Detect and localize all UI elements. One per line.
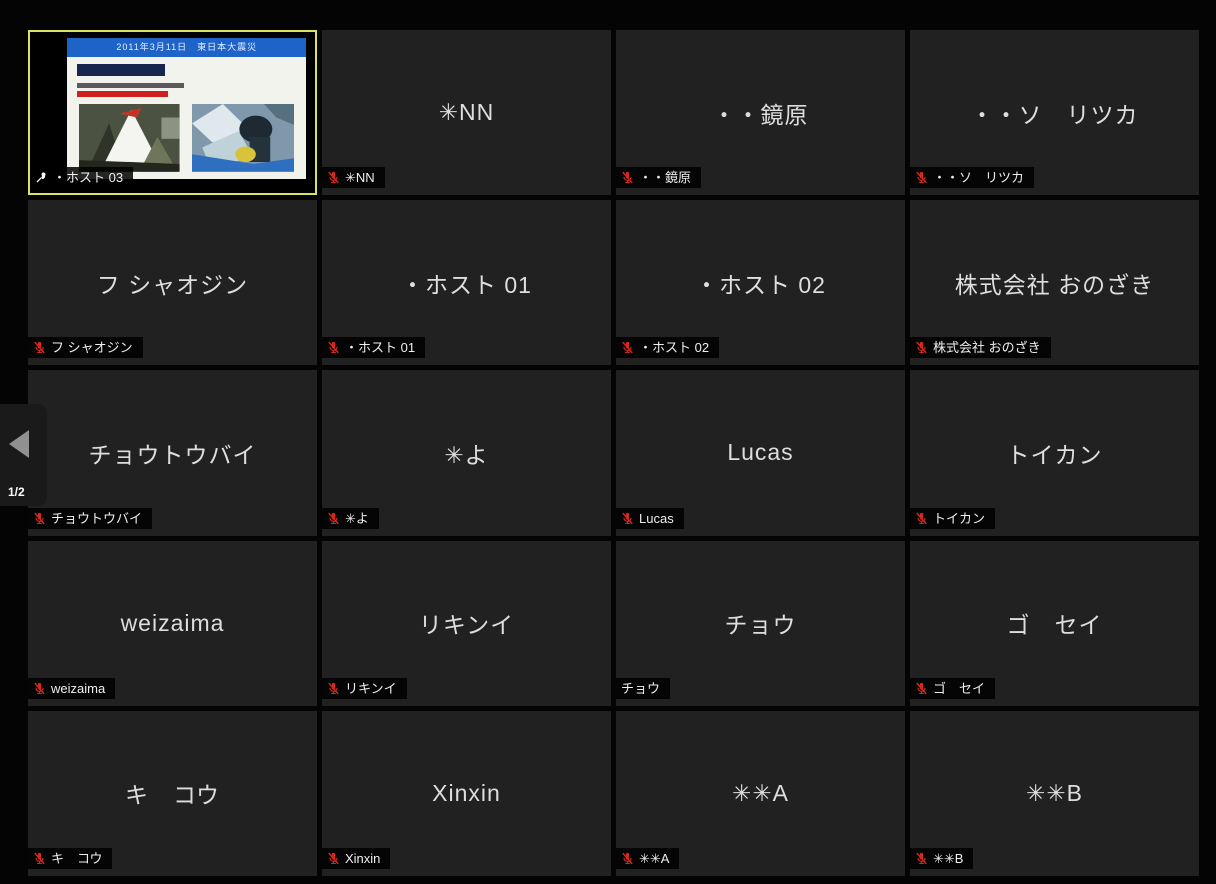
mic-off-icon [328,852,339,865]
mic-off-icon [622,852,633,865]
participant-tile[interactable]: チョウ チョウ [616,540,905,706]
participant-tile[interactable]: ✳よ ✳よ [322,370,611,536]
left-arrow-icon [9,430,29,458]
mic-off-icon [916,852,927,865]
participant-tile[interactable]: フ シャオジン フ シャオジン [28,200,317,366]
mic-off-icon [622,342,633,354]
name-tag: ・ホスト 03 [30,167,134,189]
name-tag-label: ゴ セイ [933,680,986,696]
participant-grid: 2011年3月11日 東日本大震災 ・ホスト 03 ✳NN ✳NN ・・鏡原 ・… [28,30,1199,876]
mic-off-icon [34,512,45,524]
name-tag-label: weizaima [51,680,106,696]
mic-off-icon [34,852,45,865]
participant-tile[interactable]: 2011年3月11日 東日本大震災 ・ホスト 03 [28,30,317,196]
name-tag: Lucas [616,507,684,529]
pin-icon [36,172,46,183]
name-tag: キ コウ [28,847,113,869]
name-tag: ・・鏡原 [616,167,702,189]
participant-tile[interactable]: キ コウ キ コウ [28,710,317,876]
participant-tile[interactable]: Lucas Lucas [616,370,905,536]
slide-text-line [76,82,185,89]
participant-tile[interactable]: トイカン トイカン [910,370,1199,536]
name-tag: チョウ [616,677,671,699]
name-tag-label: チョウ [621,680,661,696]
participant-tile[interactable]: weizaima weizaima [28,540,317,706]
name-tag: ✳NN [322,167,385,189]
name-tag: ✳✳B [910,847,974,869]
slide-title: 2011年3月11日 東日本大震災 [67,37,307,58]
mic-off-icon [328,171,339,184]
mic-off-icon [328,682,339,695]
name-tag-label: 株式会社 おのざき [933,340,1041,356]
name-tag: チョウトウバイ [28,507,153,529]
name-tag: トイカン [910,507,996,529]
participant-tile[interactable]: ・ホスト 01 ・ホスト 01 [322,200,611,366]
participant-tile[interactable]: リキンイ リキンイ [322,540,611,706]
name-tag-label: ・・ソ リツカ [933,170,1025,186]
participant-tile[interactable]: Xinxin Xinxin [322,710,611,876]
name-tag-label: ・ホスト 02 [639,340,710,356]
name-tag-label: Xinxin [345,850,381,866]
participant-tile[interactable]: ✳✳B ✳✳B [910,710,1199,876]
name-tag-label: ✳NN [345,170,375,186]
participant-tile[interactable]: 株式会社 おのざき 株式会社 おのざき [910,200,1199,366]
participant-tile[interactable]: チョウトウバイ チョウトウバイ [28,370,317,536]
participant-tile[interactable]: ・ホスト 02 ・ホスト 02 [616,200,905,366]
name-tag: Xinxin [322,847,391,869]
mic-off-icon [34,682,45,695]
name-tag-label: リキンイ [345,680,397,696]
mic-off-icon [916,171,927,184]
participant-tile[interactable]: ゴ セイ ゴ セイ [910,540,1199,706]
mic-off-icon [916,342,927,354]
name-tag: weizaima [28,677,116,699]
mic-off-icon [916,512,927,524]
slide-subheading-bar [76,64,166,76]
slide-photo-right [191,103,295,172]
name-tag-label: ・・鏡原 [639,170,692,186]
name-tag-label: Lucas [639,510,674,526]
participant-tile[interactable]: ・・ソ リツカ ・・ソ リツカ [910,30,1199,196]
name-tag: ✳よ [322,507,379,529]
mic-off-icon [328,512,339,524]
mic-off-icon [622,512,633,524]
name-tag-label: チョウトウバイ [51,510,143,526]
name-tag-label: トイカン [933,510,986,526]
presentation-slide: 2011年3月11日 東日本大震災 [67,37,307,179]
name-tag-label: ✳✳B [933,850,964,866]
name-tag-label: ✳よ [345,510,369,526]
name-tag-label: ✳✳A [639,850,670,866]
mic-off-icon [622,171,633,184]
name-tag: リキンイ [322,677,407,699]
gallery-prev-page-button[interactable]: 1/2 [0,404,47,506]
mic-off-icon [916,682,927,695]
name-tag-label: ・ホスト 01 [345,340,416,356]
participant-tile[interactable]: ✳NN ✳NN [322,30,611,196]
mic-off-icon [328,342,339,354]
slide-photo-left [79,103,180,172]
page-indicator: 1/2 [8,485,25,499]
name-tag-label: ・ホスト 03 [53,170,124,186]
participant-tile[interactable]: ✳✳A ✳✳A [616,710,905,876]
slide-red-text-line [76,91,168,97]
name-tag: ✳✳A [616,847,680,869]
mic-off-icon [34,342,45,354]
name-tag: ・・ソ リツカ [910,167,1035,189]
name-tag: 株式会社 おのざき [910,337,1051,359]
name-tag-label: キ コウ [51,850,103,866]
participant-tile[interactable]: ・・鏡原 ・・鏡原 [616,30,905,196]
name-tag: ゴ セイ [910,677,996,699]
name-tag-label: フ シャオジン [51,340,133,356]
name-tag: ・ホスト 02 [616,337,720,359]
name-tag: フ シャオジン [28,337,143,359]
name-tag: ・ホスト 01 [322,337,426,359]
meeting-gallery-view: 2011年3月11日 東日本大震災 ・ホスト 03 ✳NN ✳NN ・・鏡原 ・… [0,0,1216,884]
